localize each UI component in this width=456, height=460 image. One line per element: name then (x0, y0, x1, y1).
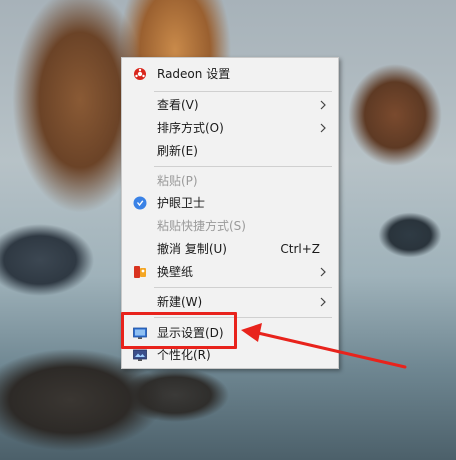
annotation-arrow-icon (241, 323, 407, 369)
